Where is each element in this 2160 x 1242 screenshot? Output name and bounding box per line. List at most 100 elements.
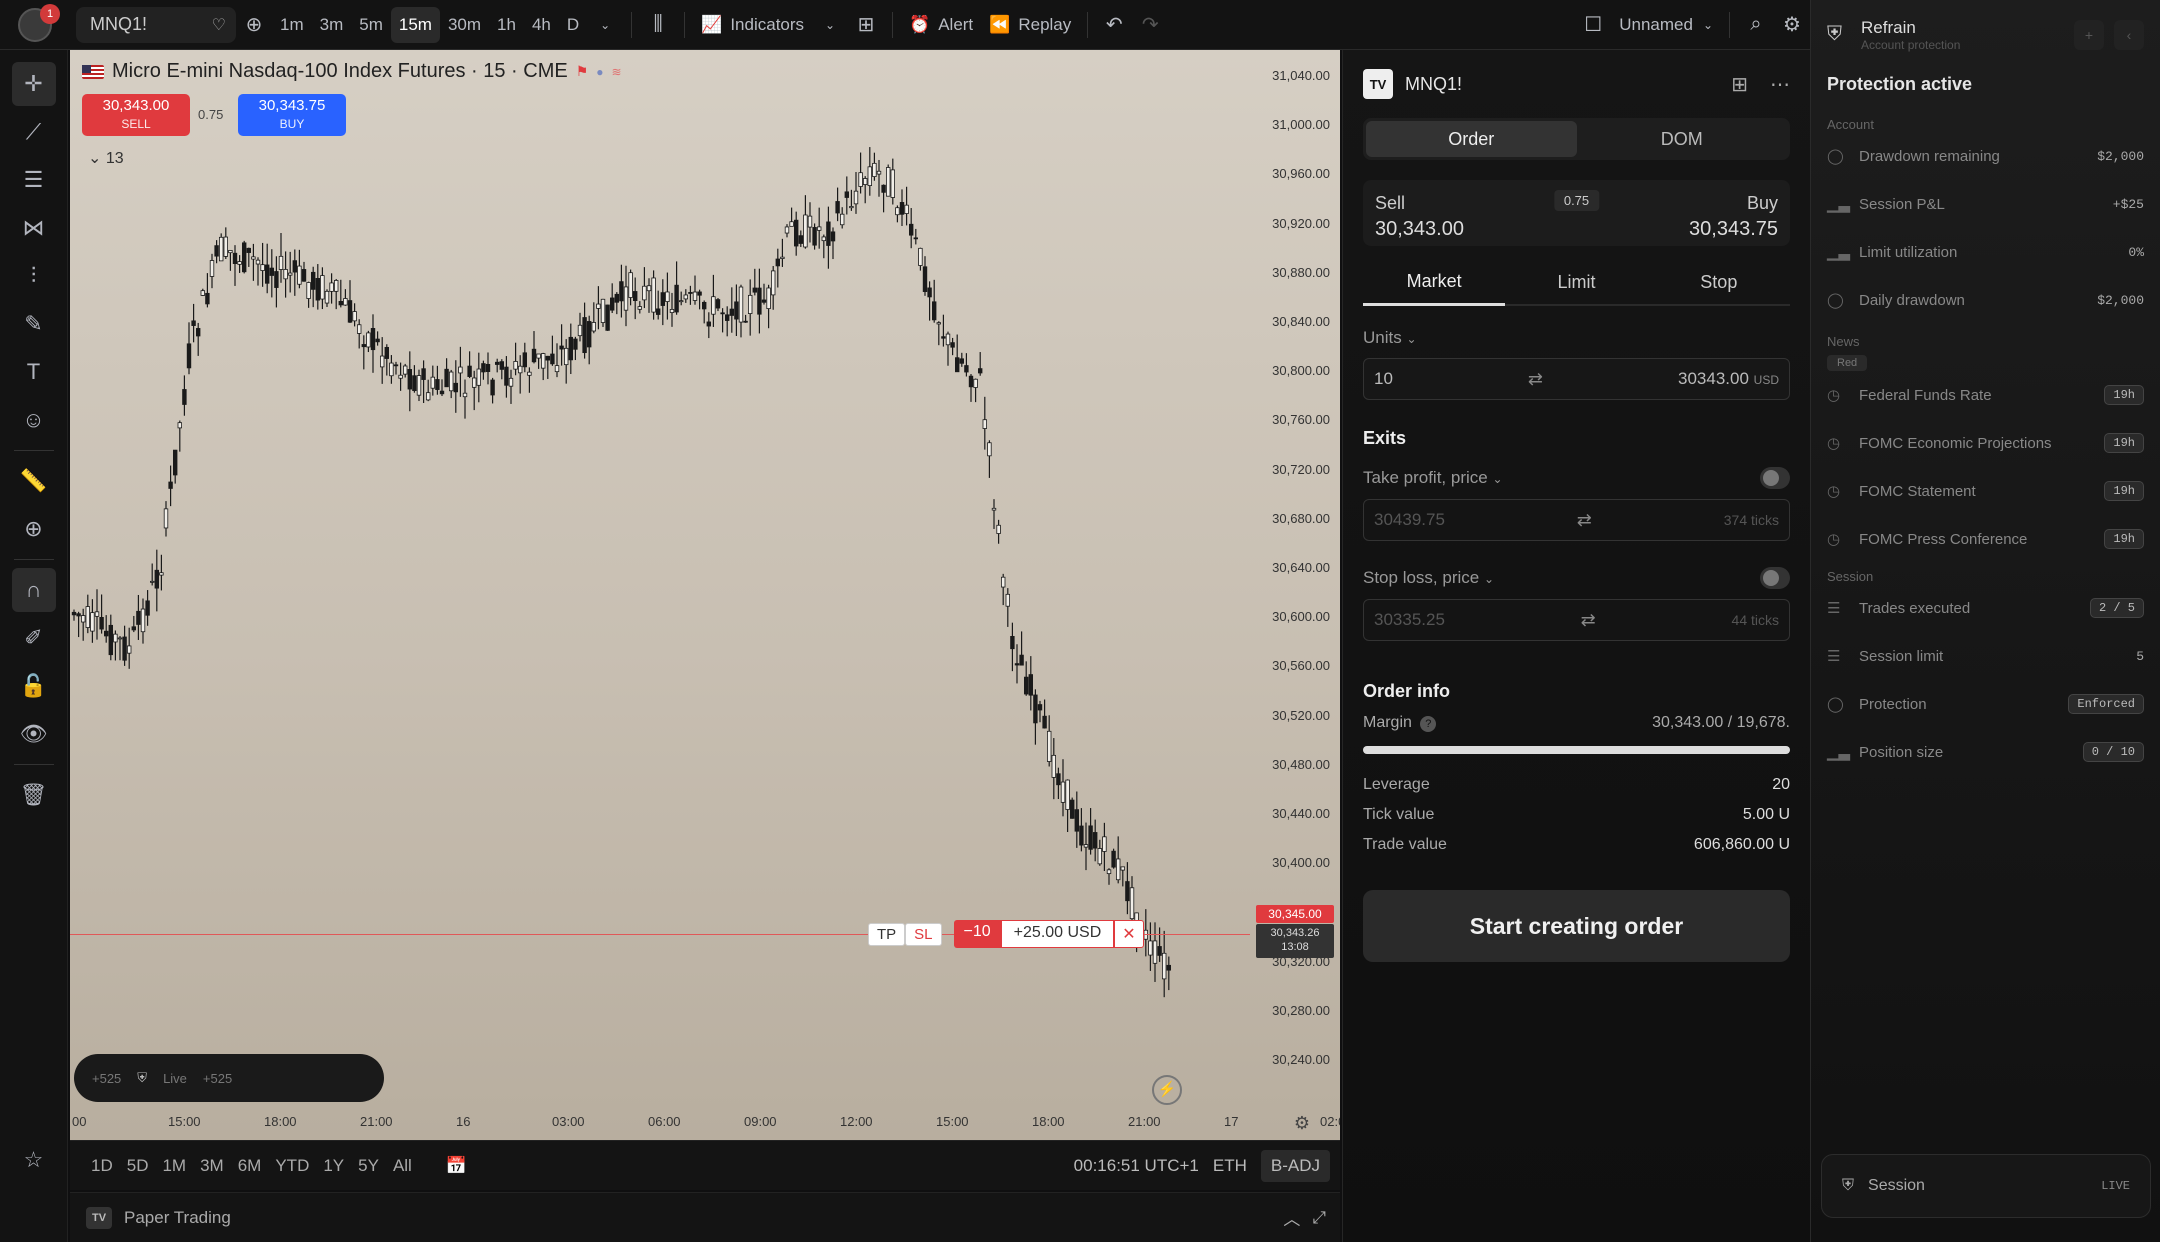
tab-market[interactable]: Market: [1363, 260, 1506, 306]
interval-3m[interactable]: 3m: [312, 7, 352, 43]
settings-icon[interactable]: ⚙: [1774, 7, 1810, 43]
maximize-icon[interactable]: ⤢: [1312, 1208, 1326, 1228]
trash-icon[interactable]: 🗑: [12, 773, 56, 817]
fib-icon[interactable]: ⫶: [12, 254, 56, 298]
symbol-search[interactable]: MNQ1! ♡: [76, 6, 236, 43]
range-all[interactable]: All: [386, 1156, 419, 1176]
layout-checkbox-icon[interactable]: ☐: [1575, 7, 1611, 43]
trendline-icon[interactable]: ⟋: [12, 110, 56, 154]
range-6m[interactable]: 6M: [231, 1156, 269, 1176]
brush-icon[interactable]: ✎: [12, 302, 56, 346]
buy-button[interactable]: 30,343.75 BUY: [238, 94, 346, 136]
tab-order[interactable]: Order: [1366, 121, 1577, 157]
range-1d[interactable]: 1D: [84, 1156, 120, 1176]
take-profit-tag[interactable]: TP: [868, 922, 906, 946]
session-toggle[interactable]: ETH: [1213, 1156, 1247, 1176]
interval-30m[interactable]: 30m: [440, 7, 489, 43]
layout-name-button[interactable]: Unnamed ⌄: [1611, 7, 1721, 43]
heart-icon[interactable]: ♡: [212, 15, 226, 35]
tab-limit[interactable]: Limit: [1505, 260, 1647, 304]
indicators-button[interactable]: 📈 Indicators: [693, 7, 812, 43]
collapse-icon[interactable]: ‹: [2114, 20, 2144, 50]
star-icon[interactable]: ☆: [12, 1138, 56, 1182]
range-1m[interactable]: 1M: [155, 1156, 193, 1176]
swap-icon[interactable]: ⇄: [1581, 610, 1596, 631]
undo-icon[interactable]: ↶: [1096, 7, 1132, 43]
alert-button[interactable]: ⏰ Alert: [901, 7, 981, 43]
emoji-icon[interactable]: ☺: [12, 398, 56, 442]
range-5y[interactable]: 5Y: [351, 1156, 386, 1176]
horizontal-lines-icon[interactable]: ☰: [12, 158, 56, 202]
candle-body: [246, 247, 251, 253]
tab-dom[interactable]: DOM: [1577, 121, 1788, 157]
lock-icon[interactable]: 🔓: [12, 664, 56, 708]
add-icon[interactable]: +: [2074, 20, 2104, 50]
chevron-up-icon[interactable]: ︿: [1283, 1205, 1300, 1230]
tab-stop[interactable]: Stop: [1648, 260, 1790, 304]
eye-icon[interactable]: 👁: [12, 712, 56, 756]
search-icon[interactable]: ⌕: [1738, 7, 1774, 43]
interval-1m[interactable]: 1m: [272, 7, 312, 43]
buy-side[interactable]: Buy 30,343.75: [1689, 190, 1778, 240]
interval-15m[interactable]: 15m: [390, 6, 440, 43]
swap-icon[interactable]: ⇄: [1577, 510, 1592, 531]
range-3m[interactable]: 3M: [193, 1156, 231, 1176]
lightning-icon[interactable]: ⚡: [1152, 1075, 1182, 1105]
take-profit-dropdown[interactable]: Take profit, price ⌄: [1363, 468, 1503, 488]
ruler-icon[interactable]: 📏: [12, 459, 56, 503]
indicators-collapse[interactable]: ⌄ 13: [88, 148, 124, 168]
stop-loss-toggle[interactable]: [1760, 567, 1790, 589]
range-1y[interactable]: 1Y: [316, 1156, 351, 1176]
candles-icon[interactable]: ⫼: [640, 7, 676, 43]
take-profit-toggle[interactable]: [1760, 467, 1790, 489]
chevron-down-icon[interactable]: ⌄: [587, 7, 623, 43]
interval-5m[interactable]: 5m: [351, 7, 391, 43]
news-impact-chip[interactable]: Red: [1827, 355, 1868, 371]
candle-body: [881, 184, 886, 193]
zoom-icon[interactable]: ⊕: [12, 507, 56, 551]
replay-button[interactable]: ⏪ Replay: [981, 7, 1079, 43]
templates-icon[interactable]: ⊞: [848, 7, 884, 43]
magnet-icon[interactable]: ∩: [11, 568, 56, 612]
crosshair-icon[interactable]: ✛: [11, 62, 56, 106]
adjustment-toggle[interactable]: B-ADJ: [1260, 1149, 1330, 1182]
sell-button[interactable]: 30,343.00 SELL: [82, 94, 190, 136]
interval-1h[interactable]: 1h: [489, 7, 524, 43]
stop-loss-input[interactable]: 30335.25 ⇄ 44 ticks: [1363, 599, 1790, 641]
pattern-icon[interactable]: ⋈: [12, 206, 56, 250]
help-icon[interactable]: ?: [1420, 716, 1437, 732]
stop-loss-tag[interactable]: SL: [905, 922, 942, 946]
sell-side[interactable]: Sell 30,343.00: [1375, 190, 1464, 240]
stop-loss-dropdown[interactable]: Stop loss, price ⌄: [1363, 568, 1494, 588]
candle-body: [706, 321, 711, 327]
date-range-icon[interactable]: 📅: [439, 1156, 474, 1176]
session-footer[interactable]: ⛨ Session LIVE: [1821, 1154, 2151, 1218]
chart-settings-icon[interactable]: ⚙: [1294, 1113, 1310, 1134]
units-input[interactable]: 10 ⇄ 30343.00 USD: [1363, 358, 1790, 400]
range-ytd[interactable]: YTD: [268, 1156, 316, 1176]
range-5d[interactable]: 5D: [120, 1156, 156, 1176]
start-creating-order-button[interactable]: Start creating order: [1363, 890, 1790, 962]
clock[interactable]: 00:16:51 UTC+1: [1074, 1156, 1199, 1176]
layout-icon[interactable]: ⊞: [1731, 72, 1748, 97]
units-dropdown[interactable]: Units ⌄: [1363, 328, 1790, 348]
add-symbol-icon[interactable]: ⊕: [236, 7, 272, 43]
live-session-pill[interactable]: +525 ⛨ Live +525: [74, 1054, 384, 1102]
swap-icon[interactable]: ⇄: [1528, 369, 1543, 390]
more-icon[interactable]: ⋯: [1770, 72, 1790, 97]
stay-drawing-icon[interactable]: ✐: [12, 616, 56, 660]
take-profit-input[interactable]: 30439.75 ⇄ 374 ticks: [1363, 499, 1790, 541]
text-icon[interactable]: T: [12, 350, 56, 394]
time-axis[interactable]: 00 15:00 18:00 21:00 16 03:00 06:00 09:00 12:00 1…: [70, 1100, 1340, 1140]
close-position-icon[interactable]: ✕: [1114, 920, 1144, 948]
clock-icon: ◷: [1827, 387, 1841, 404]
paper-trading-bar[interactable]: TV Paper Trading ︿ ⤢: [70, 1192, 1340, 1242]
chevron-down-icon[interactable]: ⌄: [812, 7, 848, 43]
interval-d[interactable]: D: [559, 7, 587, 43]
candle-body: [136, 610, 141, 625]
position-qty[interactable]: −10: [953, 920, 1001, 948]
price-chart[interactable]: Micro E-mini Nasdaq-100 Index Futures · …: [70, 50, 1340, 1140]
interval-4h[interactable]: 4h: [524, 7, 559, 43]
app-logo[interactable]: 1: [0, 0, 70, 50]
redo-icon[interactable]: ↷: [1132, 7, 1168, 43]
